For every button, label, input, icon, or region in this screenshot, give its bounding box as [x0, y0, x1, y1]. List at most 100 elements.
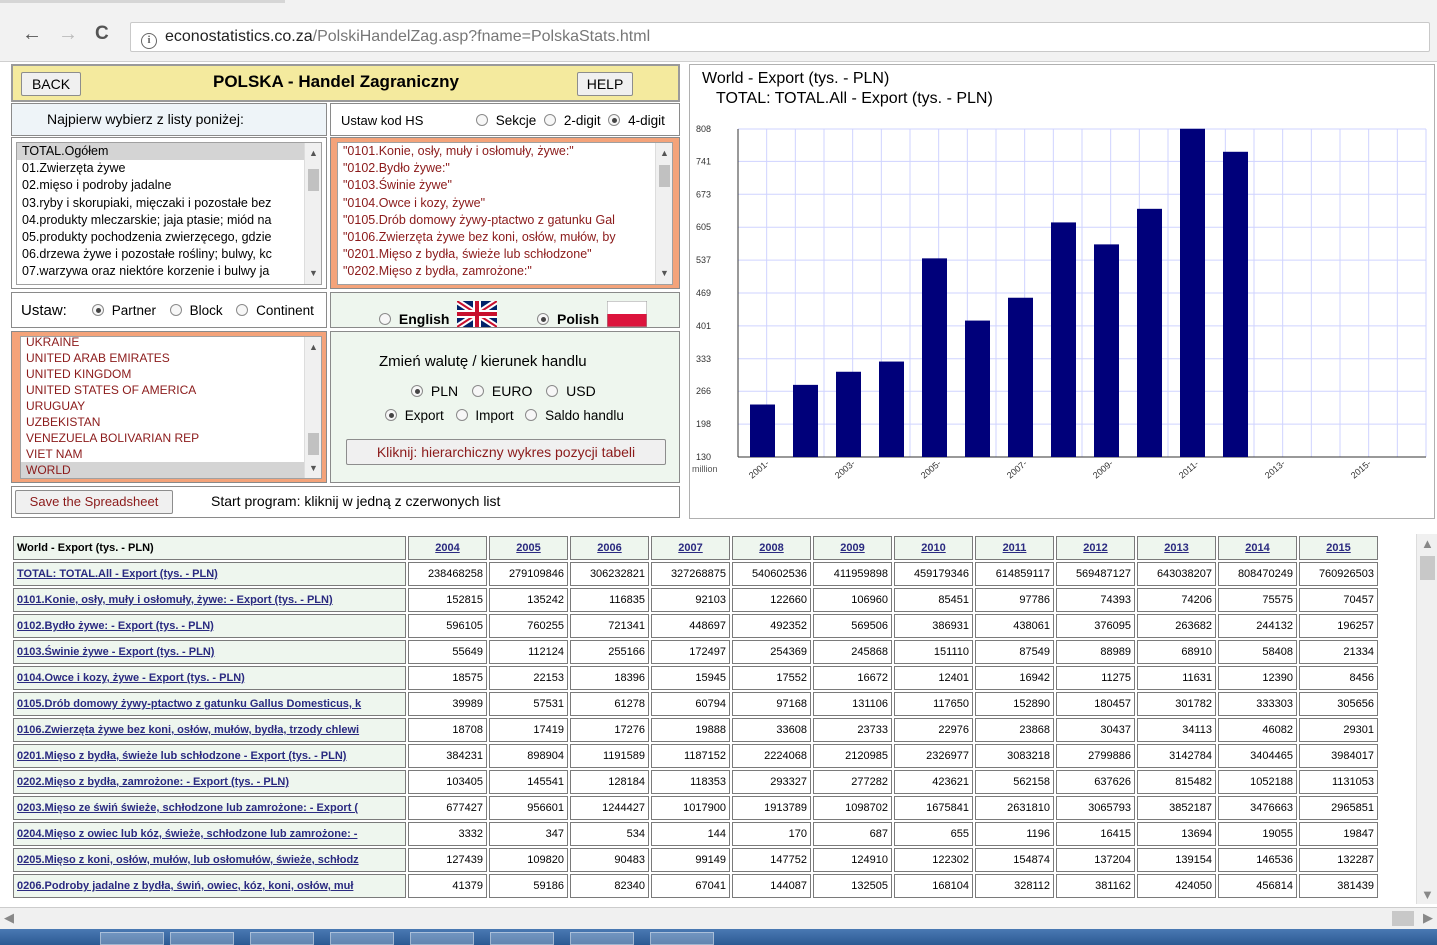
scrollbar-thumb[interactable] — [308, 169, 319, 191]
list-item[interactable]: "0105.Drób domowy żywy-ptactwo z gatunku… — [338, 212, 672, 229]
year-column-header[interactable]: 2004 — [408, 536, 487, 560]
bar-2004[interactable] — [750, 404, 775, 457]
bar-2008[interactable] — [922, 258, 947, 457]
series-link[interactable]: 0202.Mięso z bydła, zamrożone: - Export … — [17, 776, 289, 788]
series-link[interactable]: 0105.Drób domowy żywy-ptactwo z gatunku … — [17, 698, 361, 710]
list-item[interactable]: WORLD — [21, 462, 321, 478]
series-link[interactable]: 0205.Mięso z koni, osłów, mułów, lub osł… — [17, 854, 359, 866]
year-column-header[interactable]: 2006 — [570, 536, 649, 560]
page-vertical-scrollbar[interactable]: ▲ ▼ — [1416, 534, 1437, 904]
product-list[interactable]: "0101.Konie, osły, muły i osłomuły, żywe… — [337, 142, 673, 285]
list-item[interactable]: 07.warzywa oraz niektóre korzenie i bulw… — [17, 263, 321, 280]
year-column-header[interactable]: 2013 — [1137, 536, 1216, 560]
bar-2006[interactable] — [836, 371, 861, 457]
scroll-up-icon[interactable]: ▲ — [1421, 536, 1434, 551]
scroll-down-icon[interactable]: ▼ — [305, 460, 321, 476]
scroll-up-icon[interactable]: ▲ — [305, 339, 321, 355]
list-item[interactable]: "0201.Mięso z bydła, świeże lub schłodzo… — [338, 246, 672, 263]
scrollbar-thumb[interactable] — [1392, 911, 1414, 926]
bar-2005[interactable] — [793, 384, 818, 457]
scroll-up-icon[interactable]: ▲ — [656, 145, 672, 162]
hs-4digit-radio[interactable] — [608, 114, 621, 126]
year-link[interactable]: 2012 — [1083, 542, 1107, 554]
scrollbar-thumb[interactable] — [659, 165, 670, 187]
year-column-header[interactable]: 2012 — [1056, 536, 1135, 560]
bar-2014[interactable] — [1180, 128, 1205, 457]
series-link[interactable]: 0104.Owce i kozy, żywe - Export (tys. - … — [17, 672, 245, 684]
year-column-header[interactable]: 2007 — [651, 536, 730, 560]
scroll-right-icon[interactable]: ▶ — [1423, 910, 1433, 926]
list-item[interactable]: "0103.Świnie żywe" — [338, 177, 672, 194]
info-icon[interactable]: i — [141, 33, 157, 49]
year-link[interactable]: 2014 — [1245, 542, 1269, 554]
back-arrow-icon[interactable]: ← — [22, 22, 42, 46]
forward-arrow-icon[interactable]: → — [58, 22, 78, 46]
taskbar-app-icon[interactable] — [570, 932, 634, 945]
polish-radio[interactable] — [537, 313, 550, 325]
scroll-left-icon[interactable]: ◀ — [4, 910, 14, 926]
block-radio[interactable] — [169, 304, 182, 316]
series-link[interactable]: 0103.Świnie żywe - Export (tys. - PLN) — [17, 646, 214, 658]
list-item[interactable]: UNITED KINGDOM — [21, 366, 321, 382]
taskbar-app-icon[interactable] — [650, 932, 714, 945]
list-item[interactable]: 02.mięso i podroby jadalne — [17, 177, 321, 194]
list-item[interactable]: "0104.Owce i kozy, żywe" — [338, 195, 672, 212]
list-item[interactable]: TOTAL.Ogółem — [17, 143, 321, 161]
list-item[interactable]: 05.produkty pochodzenia zwierzęcego, gdz… — [17, 229, 321, 246]
year-column-header[interactable]: 2008 — [732, 536, 811, 560]
year-column-header[interactable]: 2014 — [1218, 536, 1297, 560]
list-item[interactable]: "0101.Konie, osły, muły i osłomuły, żywe… — [338, 143, 672, 160]
list-item[interactable]: 04.produkty mleczarskie; jaja ptasie; mi… — [17, 212, 321, 229]
back-button[interactable]: BACK — [21, 72, 81, 96]
scroll-down-icon[interactable]: ▼ — [656, 265, 672, 282]
year-link[interactable]: 2005 — [516, 542, 540, 554]
list-item[interactable]: UKRAINE — [21, 337, 321, 350]
list-item[interactable]: URUGUAY — [21, 398, 321, 414]
country-list-scrollbar[interactable]: ▲ ▼ — [304, 337, 321, 478]
product-list-scrollbar[interactable]: ▲ ▼ — [655, 143, 672, 284]
series-link[interactable]: 0203.Mięso ze świń świeże, schłodzone lu… — [17, 802, 358, 814]
list-item[interactable]: "0102.Bydło żywe:" — [338, 160, 672, 177]
section-list[interactable]: TOTAL.Ogółem 01.Zwierzęta żywe 02.mięso … — [16, 142, 322, 285]
address-bar[interactable]: i econostatistics.co.za/PolskiHandelZag.a… — [130, 22, 1430, 52]
list-item[interactable]: "0106.Zwierzęta żywe bez koni, osłów, mu… — [338, 229, 672, 246]
bar-2010[interactable] — [1008, 297, 1033, 457]
list-item[interactable]: UZBEKISTAN — [21, 414, 321, 430]
polish-flag-icon[interactable] — [606, 301, 647, 327]
series-link[interactable]: 0206.Podroby jadalne z bydła, świń, owie… — [17, 880, 353, 892]
year-column-header[interactable]: 2015 — [1299, 536, 1378, 560]
scroll-down-icon[interactable]: ▼ — [1421, 887, 1434, 902]
save-spreadsheet-button[interactable]: Save the Spreadsheet — [15, 490, 173, 514]
taskbar-app-icon[interactable] — [250, 932, 314, 945]
hierarchy-chart-button[interactable]: Kliknij: hierarchiczny wykres pozycji ta… — [346, 439, 666, 465]
year-link[interactable]: 2011 — [1003, 542, 1027, 554]
series-link[interactable]: 0102.Bydło żywe: - Export (tys. - PLN) — [17, 620, 214, 632]
list-item[interactable]: "0202.Mięso z bydła, zamrożone:" — [338, 263, 672, 280]
year-link[interactable]: 2004 — [435, 542, 459, 554]
taskbar-app-icon[interactable] — [330, 932, 394, 945]
series-link[interactable]: 0101.Konie, osły, muły i osłomuły, żywe:… — [17, 594, 333, 606]
list-item[interactable]: 01.Zwierzęta żywe — [17, 160, 321, 177]
export-radio[interactable] — [385, 409, 397, 421]
bar-2012[interactable] — [1094, 244, 1119, 457]
bar-2007[interactable] — [879, 361, 904, 457]
series-link[interactable]: 0106.Zwierzęta żywe bez koni, osłów, muł… — [17, 724, 359, 736]
taskbar-app-icon[interactable] — [490, 932, 554, 945]
taskbar-app-icon[interactable] — [100, 932, 164, 945]
year-link[interactable]: 2009 — [840, 542, 864, 554]
year-link[interactable]: 2013 — [1164, 542, 1188, 554]
list-item[interactable]: 06.drzewa żywe i pozostałe rośliny; bulw… — [17, 246, 321, 263]
trade-balance-radio[interactable] — [525, 409, 538, 421]
year-link[interactable]: 2015 — [1326, 542, 1350, 554]
list-item[interactable]: UNITED ARAB EMIRATES — [21, 350, 321, 366]
continent-radio[interactable] — [236, 304, 249, 316]
year-column-header[interactable]: 2011 — [975, 536, 1054, 560]
list-item[interactable]: VIET NAM — [21, 446, 321, 462]
hs-2digit-radio[interactable] — [544, 114, 557, 126]
uk-flag-icon[interactable] — [457, 301, 498, 327]
bar-2011[interactable] — [1051, 222, 1076, 457]
year-link[interactable]: 2006 — [597, 542, 621, 554]
hs-sekcje-radio[interactable] — [476, 114, 488, 126]
partner-radio[interactable] — [92, 304, 104, 316]
section-list-scrollbar[interactable]: ▲ ▼ — [304, 143, 321, 284]
